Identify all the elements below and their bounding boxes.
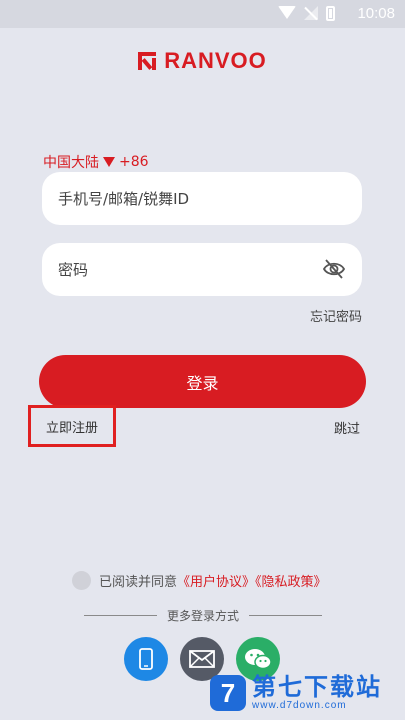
agree-checkbox[interactable] — [72, 571, 91, 590]
more-login-label: 更多登录方式 — [167, 609, 240, 623]
battery-icon — [326, 6, 335, 21]
password-input[interactable] — [42, 243, 362, 296]
more-login-divider: 更多登录方式 — [84, 607, 323, 624]
agreement-prefix: 已阅读并同意 — [99, 575, 178, 590]
forgot-password-link[interactable]: 忘记密码 — [0, 306, 362, 325]
phone-login-button[interactable] — [124, 637, 168, 681]
wechat-icon — [245, 649, 272, 670]
phone-icon — [139, 648, 153, 670]
status-bar: 10:08 — [0, 0, 405, 28]
no-signal-icon — [304, 6, 318, 20]
hide-password-eye-icon[interactable] — [322, 258, 346, 280]
register-label: 立即注册 — [45, 420, 98, 436]
agreement-row: 已阅读并同意《用户协议》《隐私政策》 — [72, 571, 327, 590]
divider-line — [84, 615, 157, 616]
register-link[interactable]: 立即注册 — [28, 405, 116, 447]
d7-logo-icon: 7 — [210, 675, 246, 711]
user-agreement-link[interactable]: 《用户协议》 — [177, 575, 255, 590]
status-icons — [278, 6, 335, 21]
region-selector[interactable]: 中国大陆 +86 — [43, 152, 149, 172]
watermark-title: 第七下载站 — [252, 673, 382, 701]
divider-line — [249, 615, 323, 616]
skip-link[interactable]: 跳过 — [334, 418, 360, 437]
dropdown-triangle-icon — [103, 157, 115, 167]
mail-icon — [189, 650, 215, 668]
brand-name: RANVOO — [164, 48, 267, 73]
country-code: +86 — [119, 154, 149, 170]
account-input[interactable] — [42, 172, 362, 225]
privacy-policy-link[interactable]: 《隐私政策》 — [255, 575, 327, 590]
brand-logo: RANVOO — [0, 48, 405, 74]
region-label: 中国大陆 — [43, 155, 99, 171]
ranvoo-logo-icon — [138, 52, 157, 70]
wifi-icon — [278, 6, 296, 19]
watermark-url: www.d7down.com — [252, 700, 347, 711]
site-watermark: 7 第七下载站 www.d7down.com — [210, 675, 382, 711]
status-time: 10:08 — [357, 5, 395, 22]
login-button[interactable]: 登录 — [39, 355, 366, 408]
